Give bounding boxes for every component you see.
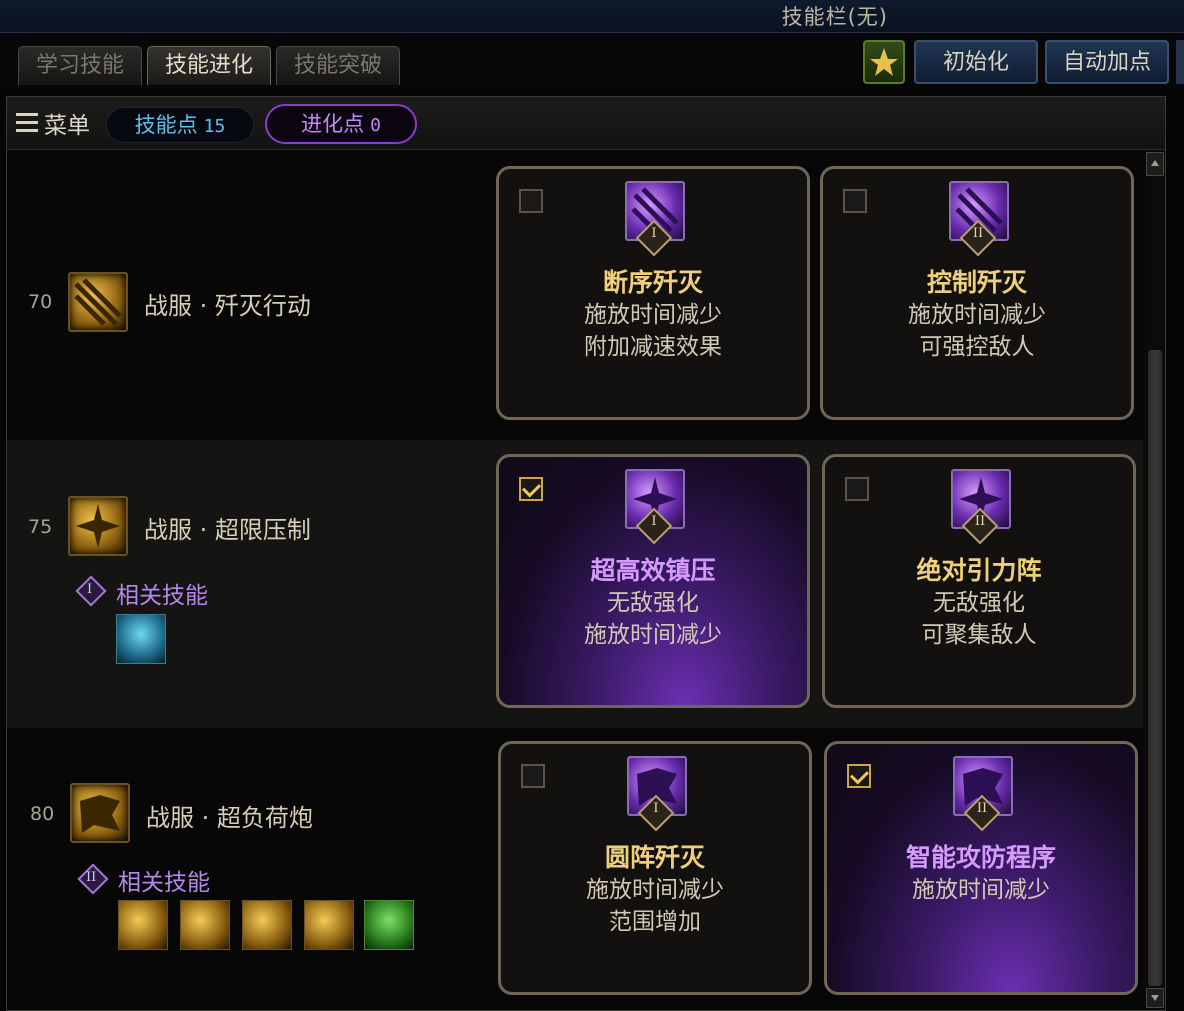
evolution-effect: 范围增加 — [609, 909, 701, 935]
rank-label: I — [653, 801, 659, 816]
skill-level: 70 — [28, 291, 53, 313]
related-skill-icon[interactable] — [304, 900, 354, 950]
window-title: 技能栏(无) — [781, 5, 888, 29]
evolution-effect: 施放时间减少 — [584, 622, 722, 648]
evolution-title: 控制歼灭 — [926, 268, 1027, 297]
evolution-effect: 附加减速效果 — [584, 334, 722, 360]
skill-icon[interactable] — [68, 496, 128, 556]
evolution-title: 智能攻防程序 — [905, 843, 1056, 872]
tab-skill-evolution[interactable]: 技能进化 — [147, 46, 271, 85]
evolution-checkbox[interactable] — [519, 477, 543, 501]
related-skill-icon[interactable] — [118, 900, 168, 950]
evolution-effect: 施放时间减少 — [584, 302, 722, 328]
evolution-effect: 无敌强化 — [933, 590, 1025, 616]
scroll-down-button[interactable] — [1146, 988, 1164, 1008]
evolution-card[interactable]: II 控制歼灭 施放时间减少 可强控敌人 — [820, 166, 1134, 420]
reset-button[interactable]: 初始化 — [914, 40, 1038, 84]
hamburger-icon[interactable] — [16, 113, 38, 133]
rank-label: II — [976, 801, 988, 816]
evolution-title: 圆阵歼灭 — [604, 843, 705, 872]
evolution-card[interactable]: II 智能攻防程序 施放时间减少 — [824, 741, 1138, 995]
evolution-card[interactable]: I 断序歼灭 施放时间减少 附加减速效果 — [496, 166, 810, 420]
related-rank: I — [87, 582, 93, 597]
evolution-checkbox[interactable] — [519, 189, 543, 213]
evolution-checkbox[interactable] — [847, 764, 871, 788]
evolution-card[interactable]: I 圆阵歼灭 施放时间减少 范围增加 — [498, 741, 812, 995]
evolution-effect: 无敌强化 — [607, 590, 699, 616]
scrollbar-thumb[interactable] — [1148, 350, 1162, 986]
related-skills-label: 相关技能 — [118, 870, 210, 896]
evolution-effect: 施放时间减少 — [586, 877, 724, 903]
edge-button[interactable] — [1176, 40, 1184, 84]
rank-label: II — [972, 226, 984, 241]
evolution-title: 绝对引力阵 — [916, 556, 1042, 585]
related-skill-icon[interactable] — [180, 900, 230, 950]
auto-add-points-button[interactable]: 自动加点 — [1045, 40, 1169, 84]
related-skill-icon[interactable] — [116, 614, 166, 664]
evolution-effect: 可强控敌人 — [919, 334, 1035, 360]
evolution-points-badge: 进化点 0 — [265, 104, 417, 144]
evolution-effect: 施放时间减少 — [908, 302, 1046, 328]
evolution-title: 超高效镇压 — [590, 556, 716, 585]
evolution-points-value: 0 — [370, 115, 381, 136]
evolution-checkbox[interactable] — [845, 477, 869, 501]
tab-skill-breakthrough[interactable]: 技能突破 — [276, 46, 400, 85]
auto-skill-button[interactable] — [863, 40, 905, 84]
menu-label[interactable]: 菜单 — [44, 106, 90, 140]
evolution-checkbox[interactable] — [843, 189, 867, 213]
related-skills-label: 相关技能 — [116, 583, 208, 609]
auto-skill-icon — [870, 48, 898, 76]
skill-name: 战服 · 歼灭行动 — [144, 292, 311, 320]
skill-name: 战服 · 超限压制 — [144, 516, 311, 544]
related-rank: II — [86, 870, 97, 885]
skill-points-badge: 技能点 15 — [106, 107, 254, 143]
evolution-effect: 施放时间减少 — [912, 877, 1050, 903]
skill-level: 80 — [30, 803, 55, 825]
related-skill-icon[interactable] — [364, 900, 414, 950]
evolution-effect: 可聚集敌人 — [921, 622, 1037, 648]
skill-points-value: 15 — [203, 116, 226, 137]
skill-points-label: 技能点 — [134, 113, 198, 137]
rank-label: II — [974, 514, 986, 529]
evolution-card[interactable]: I 超高效镇压 无敌强化 施放时间减少 — [496, 454, 810, 708]
skill-level: 75 — [28, 516, 53, 538]
window-titlebar: 技能栏(无) — [0, 0, 1184, 33]
skill-icon[interactable] — [68, 272, 128, 332]
evolution-card[interactable]: II 绝对引力阵 无敌强化 可聚集敌人 — [822, 454, 1136, 708]
evolution-title: 断序歼灭 — [602, 268, 703, 297]
skill-name: 战服 · 超负荷炮 — [146, 804, 313, 832]
rank-label: I — [651, 514, 657, 529]
rank-label: I — [651, 226, 657, 241]
skill-icon[interactable] — [70, 783, 130, 843]
evolution-points-label: 进化点 — [301, 112, 365, 136]
tab-learn-skills[interactable]: 学习技能 — [18, 46, 142, 85]
evolution-checkbox[interactable] — [521, 764, 545, 788]
scroll-up-button[interactable] — [1146, 152, 1164, 176]
related-skill-icon[interactable] — [242, 900, 292, 950]
